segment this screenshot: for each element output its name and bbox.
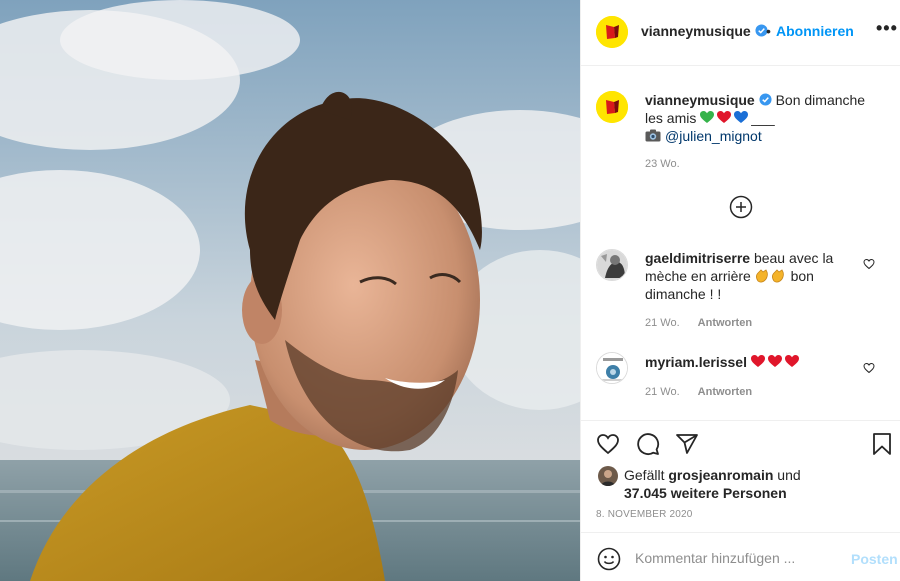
add-comment-bar: Posten	[581, 532, 900, 581]
reply-button[interactable]: Antworten	[698, 317, 752, 329]
post-header: vianneymusique • Abonnieren •••	[581, 0, 900, 66]
comment-time[interactable]: 21 Wo.	[645, 386, 680, 398]
likes-prefix: Gefällt	[624, 467, 665, 483]
comment-meta: 21 Wo. Antworten	[645, 386, 752, 398]
caption-underscore: ___	[751, 110, 775, 126]
author-username[interactable]: vianneymusique	[641, 23, 768, 39]
likes-and: und	[777, 467, 801, 483]
add-comment-icon[interactable]	[729, 195, 753, 219]
likes-summary: Gefällt grosjeanromain und	[624, 466, 801, 484]
logo-icon	[596, 91, 628, 123]
red-heart-emoji-icon	[767, 355, 782, 367]
red-heart-emoji-icon	[717, 111, 732, 123]
emoji-icon[interactable]	[597, 547, 621, 571]
comment-icon[interactable]	[636, 432, 660, 456]
post-side-panel: vianneymusique • Abonnieren ••• vianneym…	[580, 0, 900, 581]
caption-username[interactable]: vianneymusique	[645, 92, 755, 108]
comment-avatar[interactable]	[596, 352, 628, 384]
comment-time[interactable]: 21 Wo.	[645, 317, 680, 329]
follow-button[interactable]: Abonnieren	[776, 23, 854, 39]
share-icon[interactable]	[675, 432, 699, 456]
like-icon[interactable]	[596, 432, 620, 456]
save-icon[interactable]	[870, 432, 894, 456]
green-heart-emoji-icon	[700, 111, 715, 123]
avatar-photo	[597, 250, 627, 280]
author-avatar[interactable]	[596, 16, 628, 48]
clap-emoji-icon	[771, 269, 784, 283]
blue-heart-emoji-icon	[734, 111, 749, 123]
portrait-image	[0, 0, 580, 581]
reply-button[interactable]: Antworten	[698, 386, 752, 398]
avatar-photo	[597, 353, 627, 383]
camera-emoji-icon	[645, 129, 661, 142]
avatar-photo	[598, 466, 618, 486]
verified-icon	[759, 93, 772, 106]
comment-avatar[interactable]	[596, 249, 628, 281]
red-heart-emoji-icon	[784, 355, 799, 367]
caption-time[interactable]: 23 Wo.	[645, 158, 680, 170]
comment-like-icon[interactable]	[863, 258, 875, 270]
header-separator-dot: •	[766, 23, 771, 39]
more-options-icon[interactable]: •••	[876, 18, 898, 39]
post-photo[interactable]	[0, 0, 580, 581]
comment-item: gaeldimitriserre beau avec la mèche en a…	[645, 249, 859, 303]
mention-link[interactable]: @julien_mignot	[665, 128, 762, 144]
red-heart-emoji-icon	[750, 355, 765, 367]
post-comment-button[interactable]: Posten	[851, 551, 898, 567]
logo-icon	[596, 16, 628, 48]
comment-meta: 21 Wo. Antworten	[645, 317, 752, 329]
author-username-text[interactable]: vianneymusique	[641, 23, 751, 39]
clap-emoji-icon	[755, 269, 768, 283]
comment-like-icon[interactable]	[863, 362, 875, 374]
likes-count[interactable]: 37.045 weitere Personen	[624, 484, 787, 502]
post-date[interactable]: 8. NOVEMBER 2020	[596, 509, 693, 520]
post-caption: vianneymusique Bon dimanche les amis ___…	[645, 91, 885, 145]
liker-avatar[interactable]	[598, 466, 618, 486]
caption-author-avatar[interactable]	[596, 91, 628, 123]
comment-input[interactable]	[635, 547, 835, 569]
comment-username[interactable]: gaeldimitriserre	[645, 250, 750, 266]
comment-username[interactable]: myriam.lerissel	[645, 354, 747, 370]
instagram-post-view: vianneymusique • Abonnieren ••• vianneym…	[0, 0, 900, 581]
liker-username[interactable]: grosjeanromain	[668, 467, 773, 483]
comment-item: myriam.lerissel	[645, 353, 859, 371]
